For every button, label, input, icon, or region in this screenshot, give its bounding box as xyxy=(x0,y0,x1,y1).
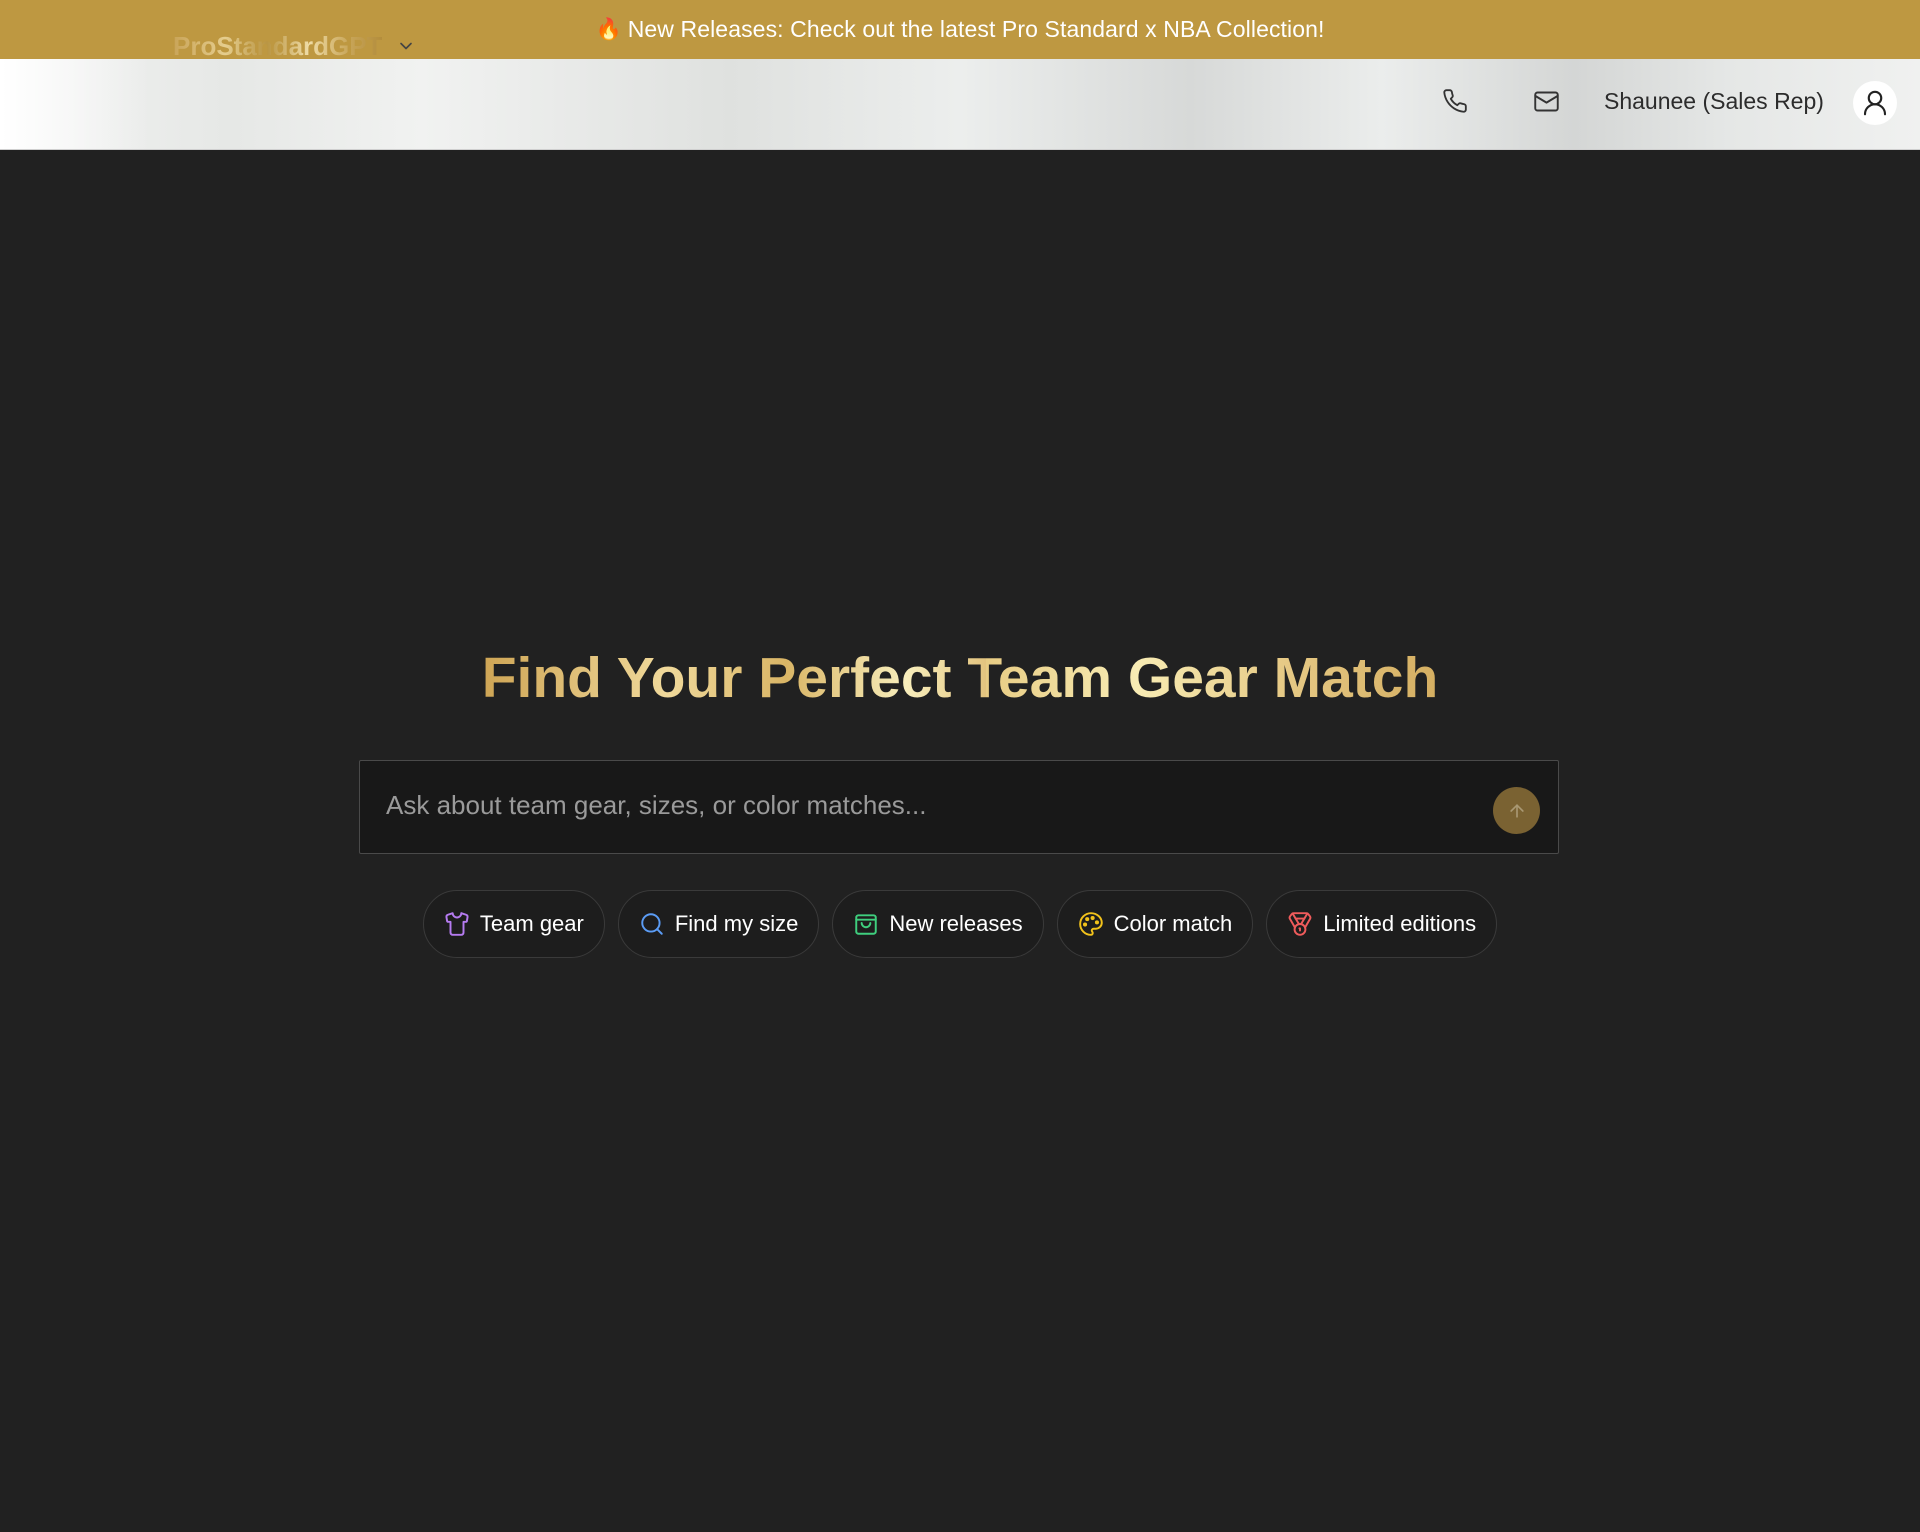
user-avatar[interactable] xyxy=(1853,81,1897,125)
shirt-icon xyxy=(444,911,470,937)
chevron-down-icon xyxy=(396,36,416,56)
search-icon xyxy=(639,911,665,937)
chip-label: Limited editions xyxy=(1323,911,1477,936)
chip-new-releases[interactable]: New releases xyxy=(832,890,1044,958)
brand-switcher[interactable]: ProStandardGPT xyxy=(173,24,416,68)
medal-icon xyxy=(1287,911,1313,937)
chip-find-my-size[interactable]: Find my size xyxy=(617,890,820,958)
chip-label: Color match xyxy=(1113,911,1233,936)
page-title: Find Your Perfect Team Gear Match xyxy=(481,646,1439,710)
chip-label: Team gear xyxy=(479,911,584,936)
chip-team-gear[interactable]: Team gear xyxy=(422,890,605,958)
arrow-up-icon xyxy=(1507,801,1527,821)
phone-icon[interactable] xyxy=(1440,86,1470,116)
fire-icon: 🔥 xyxy=(595,17,622,41)
chip-limited-editions[interactable]: Limited editions xyxy=(1266,890,1498,958)
shopping-bag-icon xyxy=(853,911,879,937)
brand-name: ProStandardGPT xyxy=(173,30,383,61)
chip-label: Find my size xyxy=(674,911,799,936)
chip-color-match[interactable]: Color match xyxy=(1056,890,1254,958)
mail-icon[interactable] xyxy=(1531,86,1561,116)
palette-icon xyxy=(1078,911,1104,937)
user-name: Shaunee (Sales Rep) xyxy=(1604,88,1824,114)
chat-input[interactable] xyxy=(386,785,1486,825)
suggestion-chips: Team gear Find my size New releases Colo… xyxy=(0,890,1920,958)
user-icon xyxy=(1860,88,1890,118)
banner-text: New Releases: Check out the latest Pro S… xyxy=(627,16,1325,42)
send-button[interactable] xyxy=(1493,787,1540,834)
chat-input-box xyxy=(359,760,1559,854)
chip-label: New releases xyxy=(889,911,1023,936)
